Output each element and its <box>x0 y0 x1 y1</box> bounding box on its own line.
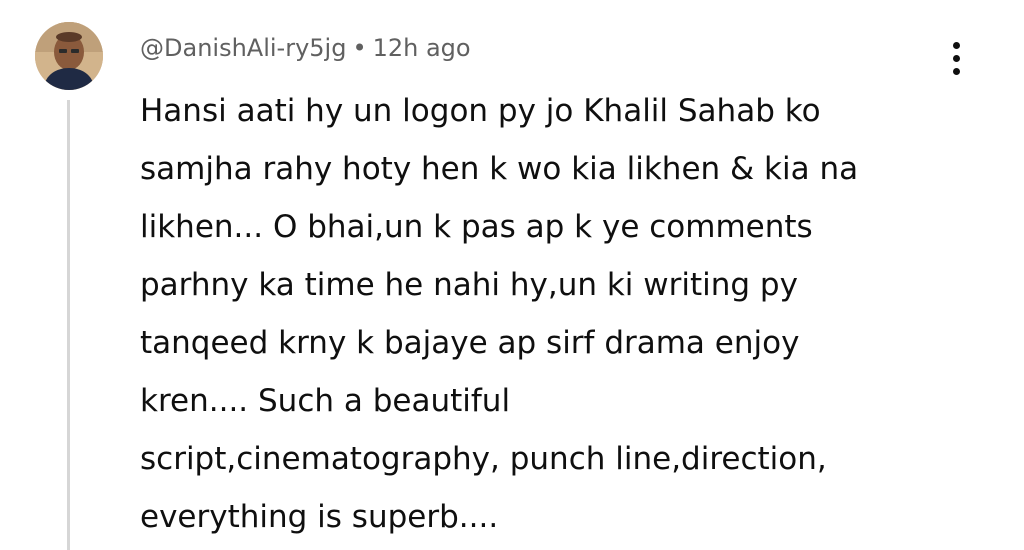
comment-text-line: everything is superb.... <box>140 499 499 535</box>
avatar[interactable] <box>35 22 103 90</box>
comment-item: @DanishAli-ry5jg • 12h ago Hansi aati hy u… <box>0 0 1024 550</box>
more-vertical-icon[interactable] <box>944 39 968 79</box>
comment-text: Hansi aati hy un logon py jo Khalil Saha… <box>140 82 940 546</box>
comment-text-line: samjha rahy hoty hen k wo kia likhen & k… <box>140 151 859 187</box>
comment-text-line: tanqeed krny k bajaye ap sirf drama enjo… <box>140 325 800 361</box>
comment-header: @DanishAli-ry5jg • 12h ago <box>140 31 471 65</box>
comment-text-line: script,cinematography, punch line,direct… <box>140 441 827 477</box>
avatar-image <box>35 22 103 90</box>
thread-line <box>67 100 70 550</box>
separator-dot: • <box>352 34 367 62</box>
comment-text-line: likhen... O bhai,un k pas ap k ye commen… <box>140 209 813 245</box>
comment-text-line: Hansi aati hy un logon py jo Khalil Saha… <box>140 93 821 129</box>
timestamp[interactable]: 12h ago <box>373 34 471 62</box>
comment-text-line: kren.... Such a beautiful <box>140 383 511 419</box>
comment-text-line: parhny ka time he nahi hy,un ki writing … <box>140 267 798 303</box>
author-handle[interactable]: @DanishAli-ry5jg <box>140 34 346 62</box>
